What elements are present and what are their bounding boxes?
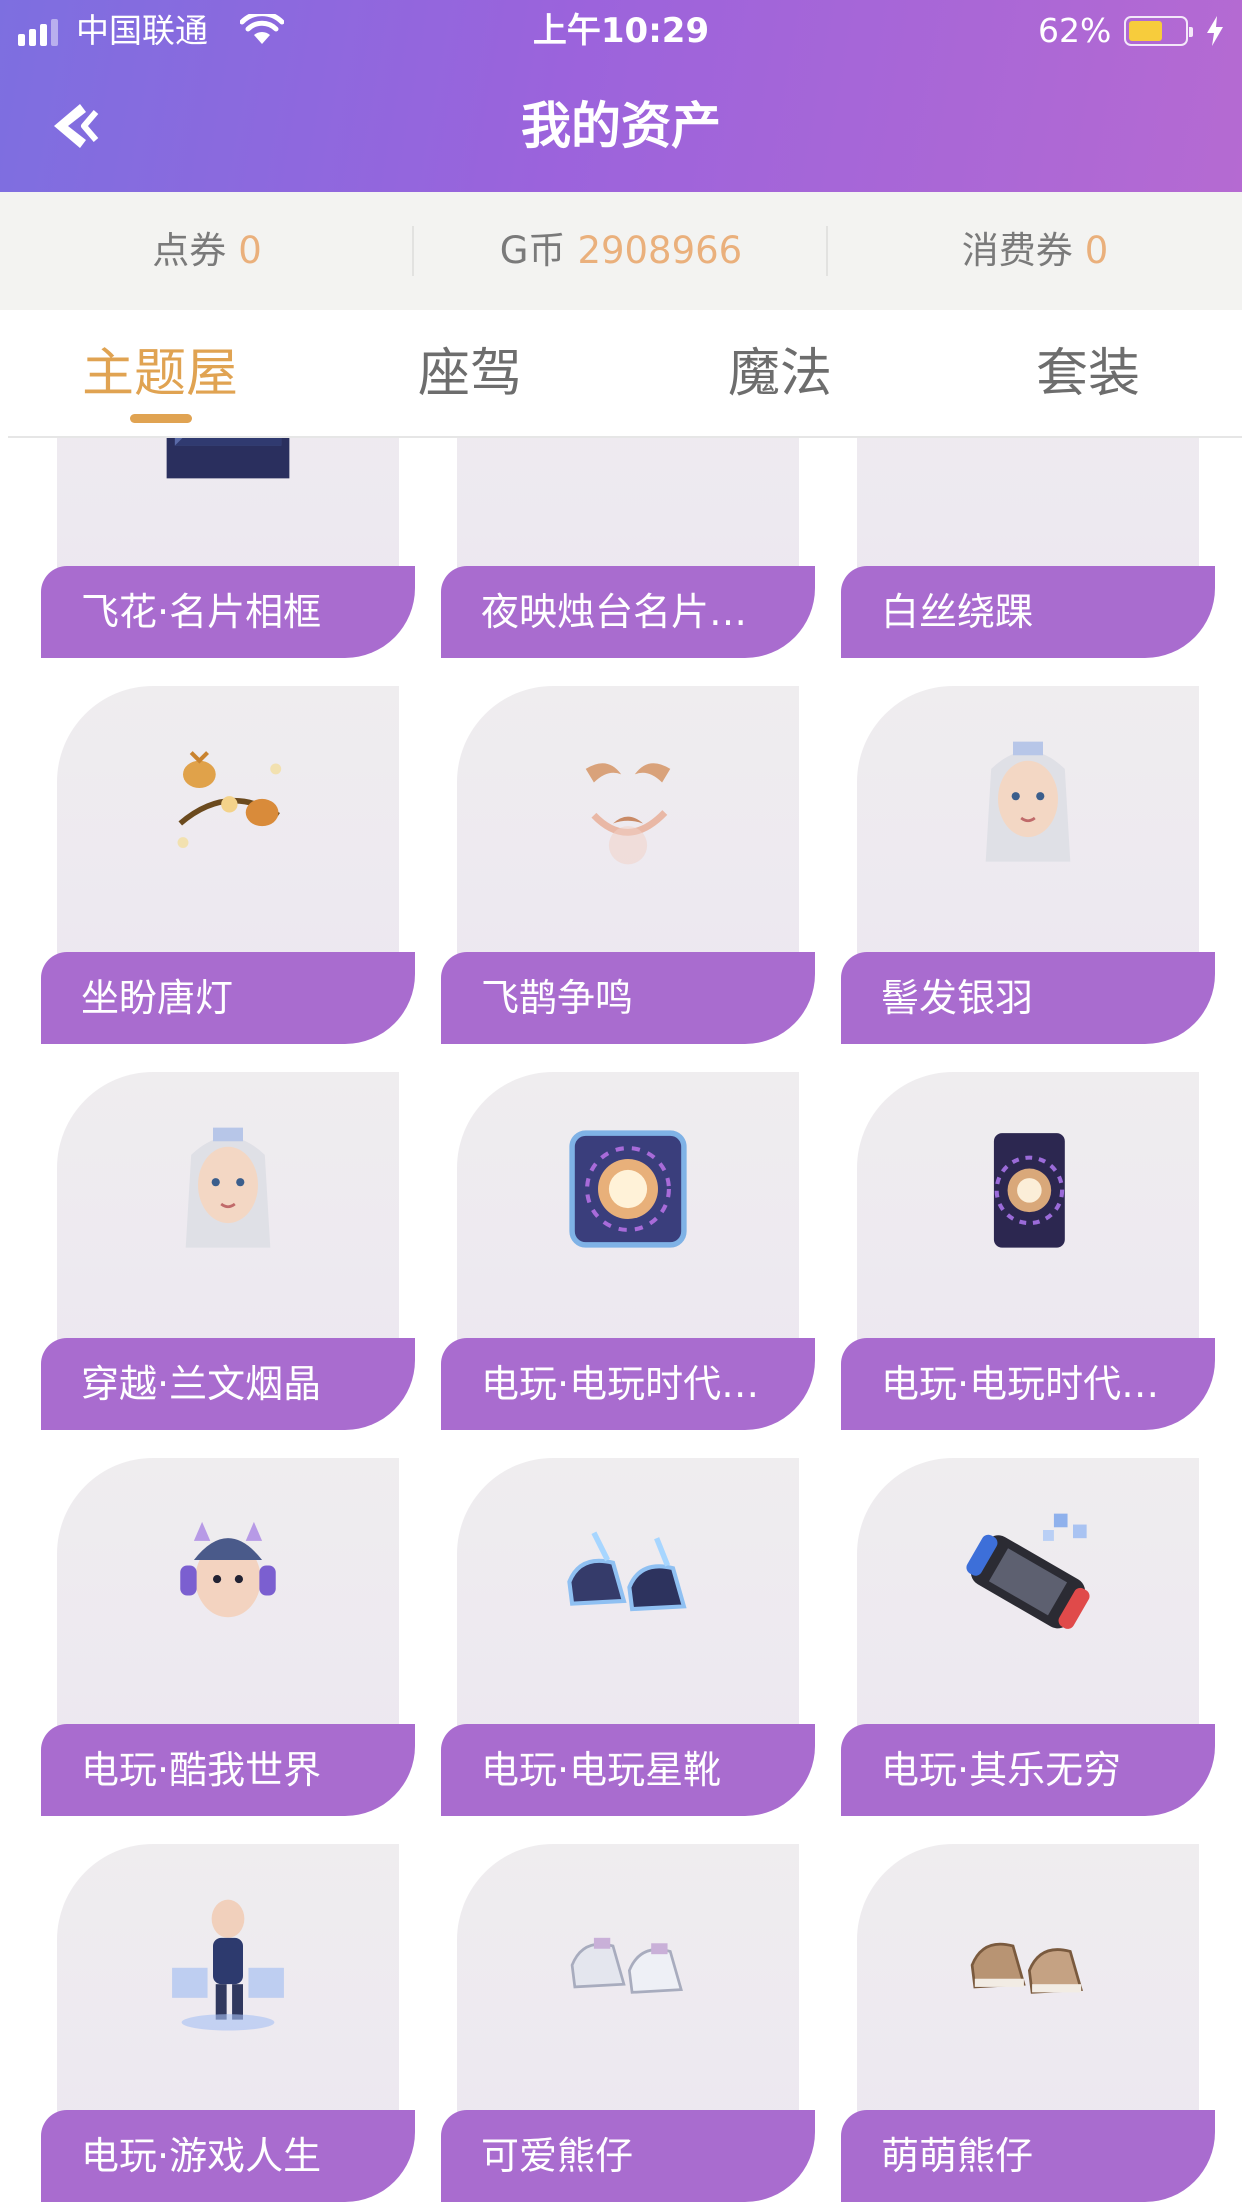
- tab-outfit[interactable]: 套装: [988, 334, 1188, 414]
- asset-card[interactable]: 髻发银羽: [841, 686, 1215, 1044]
- asset-card[interactable]: 白丝绕踝: [841, 438, 1215, 658]
- balance-label: 消费券: [961, 229, 1073, 272]
- asset-name: 电玩·电玩时代…: [441, 1338, 815, 1430]
- handheld-console-icon: [966, 1513, 1090, 1629]
- asset-name: 飞鹊争鸣: [441, 952, 815, 1044]
- tab-theme-house[interactable]: 主题屋: [60, 334, 260, 414]
- asset-card[interactable]: 可爱熊仔: [441, 1844, 815, 2202]
- asset-card[interactable]: 飞花·名片相框: [41, 438, 415, 658]
- balance-dianquan: 点券 0: [0, 192, 414, 310]
- asset-card[interactable]: 电玩·电玩时代…: [441, 1072, 815, 1430]
- asset-card[interactable]: 电玩·电玩星靴: [441, 1458, 815, 1816]
- asset-card[interactable]: 电玩·其乐无穷: [841, 1458, 1215, 1816]
- asset-card[interactable]: 电玩·游戏人生: [41, 1844, 415, 2202]
- active-tab-indicator: [130, 414, 192, 423]
- asset-name: 萌萌熊仔: [841, 2110, 1215, 2202]
- silver-hair-head-icon: [985, 741, 1071, 862]
- asset-name: 可爱熊仔: [441, 2110, 815, 2202]
- asset-card[interactable]: 飞鹊争鸣: [441, 686, 815, 1044]
- asset-name: 电玩·其乐无穷: [841, 1724, 1215, 1816]
- white-sneakers-icon: [570, 1937, 683, 1994]
- asset-name: 坐盼唐灯: [41, 952, 415, 1044]
- battery-fill: [1129, 21, 1163, 41]
- asset-grid: 飞花·名片相框 夜映烛台名片… 白丝绕踝 坐盼唐灯 飞鹊争鸣 髻发银羽 穿越·兰文烟晶 电玩·…: [0, 438, 1242, 2208]
- asset-card[interactable]: 坐盼唐灯: [41, 686, 415, 1044]
- asset-name: 电玩·酷我世界: [41, 1724, 415, 1816]
- asset-name: 白丝绕踝: [841, 566, 1215, 658]
- header: 中国联通 上午10:29 62% 我的资产: [0, 0, 1242, 192]
- battery-percentage: 62%: [1038, 11, 1112, 50]
- silver-hair-head-icon: [185, 1127, 271, 1248]
- balance-value: 0: [238, 229, 262, 272]
- asset-card[interactable]: 穿越·兰文烟晶: [41, 1072, 415, 1430]
- balance-label: 点券: [152, 229, 227, 272]
- asset-card[interactable]: 电玩·电玩时代…: [841, 1072, 1215, 1430]
- magpie-icon: [585, 763, 671, 865]
- status-bar: 中国联通 上午10:29 62%: [0, 0, 1242, 62]
- category-tabs: 主题屋 座驾 魔法 套装: [0, 310, 1242, 436]
- asset-name: 穿越·兰文烟晶: [41, 1338, 415, 1430]
- asset-name: 夜映烛台名片…: [441, 566, 815, 658]
- lantern-icon: [177, 751, 282, 848]
- headphone-head-icon: [180, 1521, 276, 1618]
- page-title: 我的资产: [521, 97, 721, 155]
- balance-bar: 点券 0 G币 2908966 消费券 0: [0, 192, 1242, 310]
- brown-sneakers-icon: [970, 1942, 1083, 1994]
- balance-value: 2908966: [577, 229, 743, 272]
- gamer-avatar-icon: [172, 1899, 284, 2031]
- asset-card[interactable]: 电玩·酷我世界: [41, 1458, 415, 1816]
- battery-icon: [1124, 16, 1193, 46]
- asset-name: 电玩·电玩时代…: [841, 1338, 1215, 1430]
- asset-name: 髻发银羽: [841, 952, 1215, 1044]
- tab-vehicle[interactable]: 座驾: [370, 334, 570, 414]
- sneakers-icon: [567, 1531, 687, 1612]
- white-shoes-icon: [953, 438, 1103, 492]
- asset-name: 电玩·游戏人生: [41, 2110, 415, 2202]
- charging-bolt-icon: [1207, 16, 1223, 46]
- tab-magic[interactable]: 魔法: [680, 334, 880, 414]
- neon-frame-icon: [569, 1130, 687, 1248]
- balance-gcoin: G币 2908966: [414, 192, 828, 310]
- asset-card[interactable]: 夜映烛台名片…: [441, 438, 815, 658]
- asset-name: 电玩·电玩星靴: [441, 1724, 815, 1816]
- balance-label: G币: [499, 229, 566, 272]
- photo-frame-icon: [166, 438, 290, 479]
- neon-card-icon: [993, 1133, 1065, 1248]
- balance-value: 0: [1084, 229, 1109, 272]
- balance-coupon: 消费券 0: [828, 192, 1242, 310]
- asset-card[interactable]: 萌萌熊仔: [841, 1844, 1215, 2202]
- candle-card-icon: [553, 438, 703, 492]
- asset-name: 飞花·名片相框: [41, 566, 415, 658]
